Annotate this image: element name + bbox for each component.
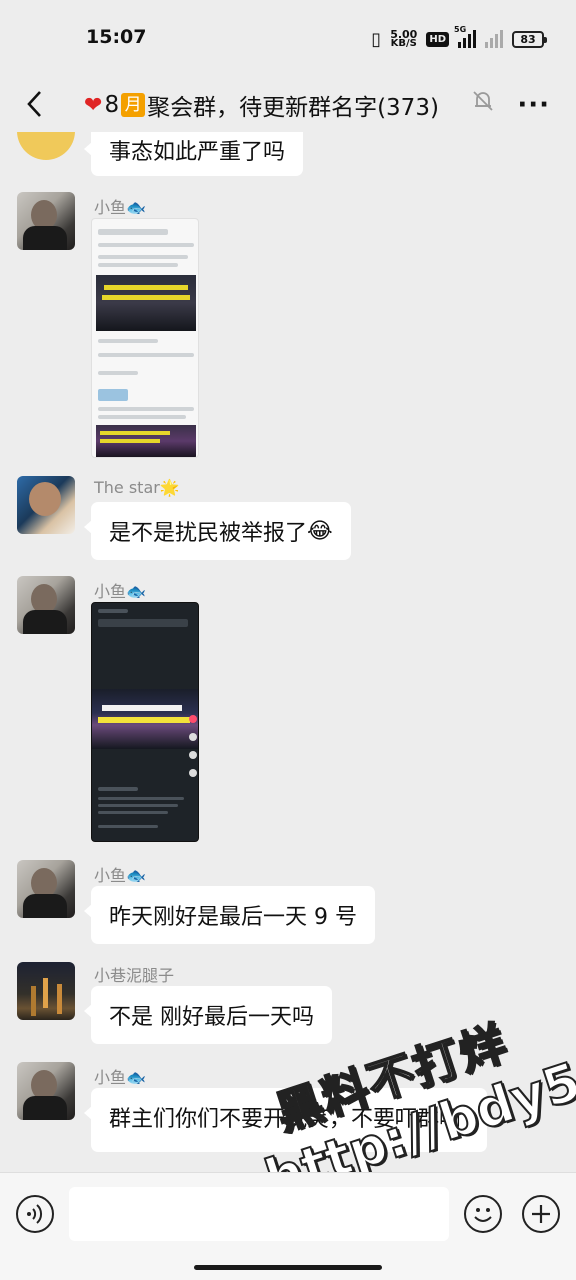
chat-header: ❤ 8 月 聚会群，待更新群名字(373) ···	[0, 76, 576, 132]
month-badge: 月	[121, 93, 146, 117]
sender-name: 小鱼🐟	[94, 1068, 146, 1087]
sender-name: 小鱼🐟	[94, 198, 146, 217]
battery-icon: 83	[512, 30, 547, 48]
message-bubble[interactable]: 不是 刚好最后一天吗	[84, 986, 332, 1044]
emoji-icon[interactable]	[464, 1195, 502, 1233]
image-message[interactable]	[91, 218, 199, 458]
chat-messages[interactable]: 事态如此严重了吗 小鱼🐟 The star🌟 是不是扰民被举报了 😂 小鱼🐟 小…	[0, 132, 576, 1172]
back-arrow-icon[interactable]	[18, 84, 52, 124]
message-bubble[interactable]: 昨天刚好是最后一天 9 号	[84, 886, 375, 944]
sender-name: 小鱼🐟	[94, 582, 146, 601]
avatar[interactable]	[17, 860, 75, 918]
title-text: 聚会群，待更新群名字(373)	[147, 95, 439, 121]
chat-title: ❤ 8 月 聚会群，待更新群名字(373)	[84, 88, 439, 122]
avatar[interactable]	[17, 476, 75, 534]
message-input[interactable]	[69, 1187, 449, 1241]
message-bubble[interactable]: 群主们你们不要开玩笑，不要吓群啊	[84, 1088, 487, 1152]
more-icon[interactable]: ···	[517, 90, 550, 120]
message-bubble[interactable]: 事态如此严重了吗	[83, 132, 304, 176]
signal-icon: 5G	[454, 25, 476, 48]
plus-icon[interactable]	[522, 1195, 560, 1233]
input-bar	[0, 1172, 576, 1280]
network-speed: 5.00 KB/S	[390, 28, 418, 49]
avatar[interactable]	[17, 962, 75, 1020]
status-bar: 15:07 ▯ 5.00 KB/S HD 5G 83	[0, 0, 576, 76]
status-icons: ▯ 5.00 KB/S HD 5G 83	[371, 25, 547, 52]
avatar[interactable]	[17, 1062, 75, 1120]
title-number: 8	[104, 92, 120, 118]
status-time: 15:07	[86, 26, 147, 48]
sender-name: 小巷泥腿子	[94, 966, 175, 985]
heart-icon: ❤	[84, 92, 103, 118]
hd-badge: HD	[426, 31, 449, 47]
home-indicator	[194, 1265, 382, 1270]
sender-name: The star🌟	[94, 478, 180, 497]
avatar[interactable]	[17, 576, 75, 634]
vibrate-icon: ▯	[371, 28, 382, 50]
image-message[interactable]	[91, 602, 199, 842]
signal-secondary-icon	[485, 30, 503, 48]
avatar[interactable]	[17, 132, 75, 160]
avatar[interactable]	[17, 192, 75, 250]
sender-name: 小鱼🐟	[94, 866, 146, 885]
mute-bell-icon	[470, 88, 496, 114]
message-bubble[interactable]: 是不是扰民被举报了 😂	[84, 502, 351, 560]
voice-icon[interactable]	[16, 1195, 54, 1233]
